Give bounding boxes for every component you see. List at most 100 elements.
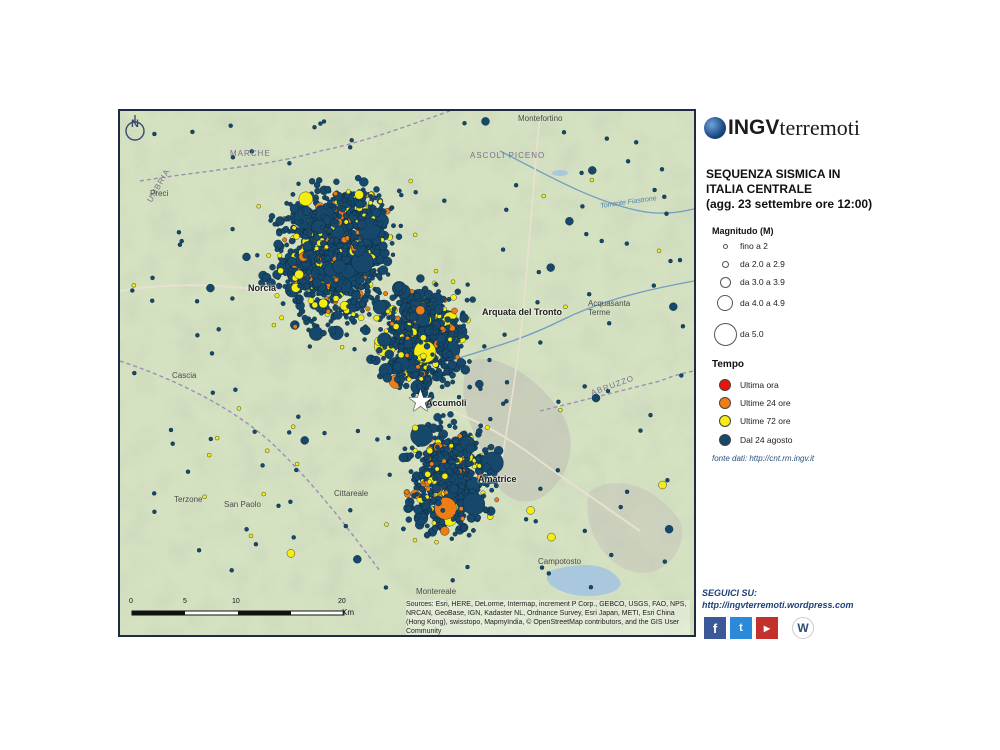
earthquake-marker bbox=[332, 219, 338, 225]
earthquake-marker bbox=[382, 344, 388, 350]
earthquake-marker bbox=[386, 435, 391, 441]
earthquake-marker bbox=[457, 433, 463, 439]
earthquake-marker bbox=[437, 347, 443, 353]
earthquake-marker bbox=[277, 267, 284, 275]
wordpress-icon[interactable]: W bbox=[792, 617, 814, 639]
earthquake-marker bbox=[470, 527, 476, 533]
earthquake-marker bbox=[533, 519, 538, 524]
time-dot-icon bbox=[719, 379, 731, 391]
facebook-icon[interactable]: f bbox=[704, 617, 726, 639]
earthquake-marker bbox=[458, 483, 465, 490]
earthquake-marker bbox=[285, 290, 291, 296]
earthquake-marker bbox=[403, 339, 413, 349]
earthquake-marker bbox=[356, 273, 361, 279]
earthquake-marker bbox=[563, 304, 568, 310]
earthquake-marker bbox=[455, 338, 461, 343]
earthquake-marker bbox=[228, 123, 233, 128]
seismic-map[interactable]: MARCHE UMBRIA ABRUZZO ASCOLI PICENO Torr… bbox=[118, 109, 696, 637]
earthquake-marker bbox=[282, 284, 288, 289]
earthquake-marker bbox=[469, 296, 476, 303]
earthquake-marker bbox=[283, 216, 289, 222]
earthquake-marker bbox=[680, 324, 686, 329]
earthquake-marker bbox=[312, 230, 318, 236]
earthquake-marker bbox=[399, 192, 404, 198]
map-attribution: Sources: Esri, HERE, DeLorme, Intermap, … bbox=[406, 600, 690, 635]
earthquake-marker bbox=[475, 455, 482, 462]
youtube-icon[interactable]: ▶ bbox=[756, 617, 778, 639]
earthquake-marker bbox=[457, 493, 465, 500]
earthquake-marker bbox=[405, 505, 413, 512]
earthquake-marker bbox=[383, 585, 389, 590]
town-sanpaolo: San Paolo bbox=[224, 500, 261, 509]
earthquake-marker bbox=[412, 334, 418, 340]
earthquake-marker bbox=[444, 380, 451, 388]
earthquake-marker bbox=[409, 445, 415, 451]
earthquake-marker bbox=[365, 208, 371, 214]
earthquake-marker bbox=[582, 384, 587, 389]
earthquake-marker bbox=[332, 295, 340, 302]
epicenter-star-icon[interactable]: ★ bbox=[407, 387, 434, 417]
earthquake-marker bbox=[312, 125, 317, 130]
earthquake-marker bbox=[546, 263, 555, 272]
earthquake-marker bbox=[443, 439, 450, 446]
earthquake-marker bbox=[421, 496, 427, 501]
earthquake-marker bbox=[333, 310, 343, 320]
scale-unit: Km bbox=[342, 608, 354, 617]
earthquake-marker bbox=[214, 435, 220, 441]
earthquake-marker bbox=[373, 220, 379, 226]
earthquake-marker bbox=[502, 332, 507, 337]
earthquake-marker bbox=[450, 379, 456, 385]
earthquake-marker bbox=[282, 237, 288, 243]
earthquake-marker bbox=[372, 195, 378, 201]
earthquake-marker bbox=[307, 297, 315, 304]
earthquake-marker bbox=[420, 512, 427, 520]
earthquake-marker bbox=[413, 355, 418, 360]
earthquake-marker bbox=[322, 202, 330, 210]
earthquake-marker bbox=[435, 499, 442, 507]
earthquake-marker bbox=[415, 312, 431, 327]
earthquake-marker bbox=[449, 536, 454, 541]
ingv-logo[interactable]: INGV terremoti bbox=[704, 115, 860, 141]
earthquake-marker bbox=[460, 365, 470, 375]
earthquake-marker bbox=[395, 316, 401, 322]
earthquake-marker bbox=[624, 241, 629, 246]
earthquake-marker bbox=[443, 490, 449, 495]
earthquake-marker bbox=[352, 211, 358, 217]
earthquake-marker bbox=[297, 283, 303, 289]
earthquake-marker bbox=[289, 203, 300, 214]
earthquake-marker bbox=[353, 555, 362, 564]
earthquake-marker bbox=[662, 194, 667, 200]
earthquake-marker bbox=[433, 268, 439, 274]
earthquake-marker bbox=[431, 520, 437, 526]
map-canvas[interactable] bbox=[120, 111, 694, 635]
earthquake-marker bbox=[390, 309, 396, 315]
earthquake-marker bbox=[618, 504, 623, 510]
earthquake-marker bbox=[274, 293, 280, 299]
earthquake-marker bbox=[419, 371, 425, 377]
earthquake-marker bbox=[371, 207, 382, 218]
data-source: fonte dati: http://cnt.rm.ingv.it bbox=[712, 454, 815, 463]
earthquake-marker bbox=[348, 315, 356, 323]
time-legend-title: Tempo bbox=[712, 359, 745, 370]
earthquake-marker bbox=[385, 272, 391, 277]
earthquake-marker bbox=[420, 334, 427, 341]
earthquake-marker bbox=[358, 283, 365, 291]
earthquake-marker bbox=[318, 298, 329, 309]
map-title: SEQUENZA SISMICA IN ITALIA CENTRALE (agg… bbox=[706, 167, 906, 212]
earthquake-marker bbox=[277, 253, 283, 259]
twitter-icon[interactable]: t bbox=[730, 617, 752, 639]
earthquake-marker bbox=[489, 487, 495, 493]
mag-class-3: da 3.0 a 3.9 bbox=[710, 271, 785, 293]
earthquake-marker bbox=[264, 448, 270, 453]
earthquake-marker bbox=[318, 121, 323, 126]
earthquake-marker bbox=[452, 531, 458, 537]
earthquake-marker bbox=[325, 309, 331, 314]
follow-url[interactable]: http://ingvterremoti.wordpress.com bbox=[702, 599, 854, 611]
earthquake-marker bbox=[526, 506, 535, 515]
earthquake-marker bbox=[504, 207, 509, 213]
region-label-ascoli: ASCOLI PICENO bbox=[470, 151, 546, 160]
earthquake-marker bbox=[368, 200, 373, 206]
earthquake-marker bbox=[352, 346, 357, 352]
earthquake-marker bbox=[588, 585, 594, 590]
earthquake-marker bbox=[546, 571, 551, 576]
